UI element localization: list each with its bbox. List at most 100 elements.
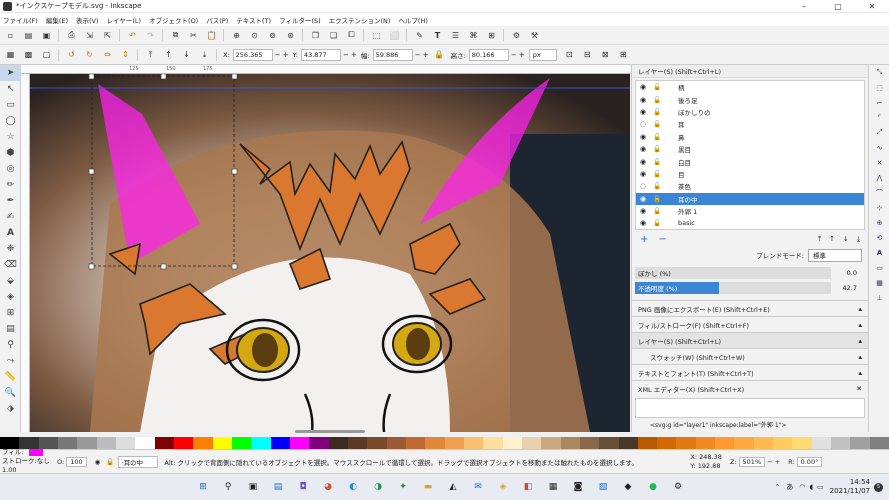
maximize-button[interactable]: ▢ <box>821 0 855 13</box>
menu-extensions[interactable]: エクステンション(N) <box>329 15 391 25</box>
lock-icon[interactable]: 🔓 <box>653 158 662 166</box>
close-button[interactable]: ✕ <box>855 0 889 13</box>
lock-icon[interactable]: 🔓 <box>653 170 662 178</box>
rotate-ccw-icon[interactable]: ↺ <box>65 48 78 61</box>
eraser-tool-icon[interactable]: ⌫ <box>0 257 21 273</box>
eye-icon[interactable]: ◉ <box>640 145 649 153</box>
chevron-up-icon[interactable]: ▴ <box>858 305 862 313</box>
y-stepper[interactable]: − + <box>343 51 357 59</box>
palette-swatch[interactable] <box>212 437 232 449</box>
zoom-width-icon[interactable]: ⊛ <box>284 29 297 42</box>
zoom-value[interactable]: 501% <box>738 456 766 467</box>
ime-indicator[interactable]: あ <box>786 482 793 492</box>
clock[interactable]: 14:54 2021/11/07 <box>830 478 870 496</box>
layer-row[interactable]: ◉ 🔓 後ろ足 <box>636 93 864 105</box>
layer-row[interactable]: ◉ 🔓 目 <box>636 168 864 180</box>
height-stepper[interactable]: − + <box>511 51 525 59</box>
battery-icon[interactable]: ▭ <box>817 483 824 491</box>
eye-icon[interactable]: ◉ <box>640 133 649 141</box>
palette-swatch[interactable] <box>831 437 851 449</box>
layer-row[interactable]: ◉ 🔓 basic <box>636 217 864 229</box>
chevron-up-icon[interactable]: ▴ <box>858 353 862 361</box>
duplicate-icon[interactable]: ❐ <box>309 29 322 42</box>
task-view-icon[interactable]: ▣ <box>245 479 261 495</box>
rotation-value[interactable]: 0.00° <box>796 456 823 467</box>
menu-layer[interactable]: レイヤー(L) <box>107 15 142 25</box>
inkscape-taskbar-icon[interactable]: ◭ <box>445 479 461 495</box>
dock-fill-stroke[interactable]: フィル/ストローク(F) (Shift+Ctrl+F) ▴ <box>632 316 868 332</box>
add-layer-button[interactable]: + <box>640 234 648 245</box>
move-patterns-icon[interactable]: ⊞ <box>617 48 630 61</box>
pencil-tool-icon[interactable]: ✏ <box>0 177 21 193</box>
select-all-layers-icon[interactable]: ▩ <box>22 48 35 61</box>
palette-swatch[interactable] <box>773 437 793 449</box>
palette-swatch[interactable] <box>657 437 677 449</box>
snap-bbox-corner-icon[interactable]: ⌜ <box>869 110 889 125</box>
palette-swatch[interactable] <box>251 437 271 449</box>
palette-swatch[interactable] <box>173 437 194 449</box>
eye-icon[interactable]: ◉ <box>640 96 649 104</box>
zoom-stepper[interactable]: − + <box>767 458 780 466</box>
deselect-icon[interactable]: ▢ <box>40 48 53 61</box>
eye-icon[interactable]: ◉ <box>640 195 649 203</box>
rectangle-tool-icon[interactable]: ▭ <box>0 97 21 113</box>
palette-swatch[interactable] <box>367 437 387 449</box>
lock-icon[interactable]: 🔓 <box>653 207 662 215</box>
lock-icon[interactable]: 🔓 <box>106 458 114 466</box>
snap-midpoint-icon[interactable]: ⊹ <box>869 200 889 215</box>
layer-row[interactable]: ◉ 🔓 外郭 1 <box>636 205 864 217</box>
palette-swatch[interactable] <box>753 437 774 449</box>
clone-icon[interactable]: ❏ <box>327 29 340 42</box>
mesh-tool-icon[interactable]: ⊞ <box>0 305 21 321</box>
palette-swatch[interactable] <box>715 437 735 449</box>
lock-icon[interactable]: 🔓 <box>653 133 662 141</box>
move-up-icon[interactable]: ↑ <box>829 235 835 243</box>
palette-swatch[interactable] <box>792 437 812 449</box>
horizontal-scrollbar[interactable] <box>295 430 365 433</box>
export-icon[interactable]: ⇱ <box>101 29 114 42</box>
wifi-icon[interactable]: ◠ <box>799 483 805 491</box>
palette-swatch[interactable] <box>96 437 116 449</box>
zoom-drawing-icon[interactable]: ⊙ <box>248 29 261 42</box>
chat-icon[interactable]: ◘ <box>295 479 311 495</box>
search-icon[interactable]: ⚲ <box>220 479 236 495</box>
tweak-tool-icon[interactable]: ◈ <box>0 289 21 305</box>
palette-swatch[interactable] <box>115 437 136 449</box>
snap-path-icon[interactable]: ∿ <box>869 140 889 155</box>
spiral-tool-icon[interactable]: ◎ <box>0 161 21 177</box>
browser-icon[interactable]: ◑ <box>370 479 386 495</box>
menu-edit[interactable]: 編集(E) <box>46 15 68 25</box>
width-stepper[interactable]: − + <box>415 51 429 59</box>
remove-layer-button[interactable]: − <box>658 234 666 245</box>
dock-text-font[interactable]: テキストとフォント(T) (Shift+Ctrl+T) ▴ <box>632 364 868 380</box>
raise-to-top-icon[interactable]: ⤒ <box>144 48 157 61</box>
raise-icon[interactable]: ↑ <box>162 48 175 61</box>
zoom-selection-icon[interactable]: ⊕ <box>230 29 243 42</box>
layer-row[interactable]: ◉ 🔓 黒目 <box>636 143 864 155</box>
layer-row[interactable]: ◉ 🔓 柄 <box>636 81 864 93</box>
eye-icon[interactable]: ◉ <box>640 108 649 116</box>
palette-swatch[interactable] <box>637 437 658 449</box>
opacity-value[interactable]: 42.7 <box>835 284 857 292</box>
preferences-icon[interactable]: ⚙ <box>510 29 523 42</box>
snap-bbox-edge-icon[interactable]: ⌐ <box>869 95 889 110</box>
snap-cusp-icon[interactable]: ⋀ <box>869 170 889 185</box>
lock-icon[interactable]: 🔓 <box>653 83 662 91</box>
minimize-button[interactable]: – <box>787 0 821 13</box>
palette-swatch[interactable] <box>618 437 638 449</box>
snap-smooth-icon[interactable]: ⌒ <box>869 185 889 200</box>
menu-help[interactable]: ヘルプ(H) <box>398 15 427 25</box>
eye-icon[interactable]: ◉ <box>640 207 649 215</box>
dock-xml-editor[interactable]: XML エディター(X) (Shift+Ctrl+X) ✕ <box>632 380 868 396</box>
text-font-icon[interactable]: T <box>431 29 444 42</box>
copy-icon[interactable]: ⧉ <box>169 29 182 42</box>
close-icon[interactable]: ✕ <box>856 385 862 393</box>
palette-swatch[interactable] <box>193 437 213 449</box>
move-top-icon[interactable]: ⤒ <box>818 235 821 244</box>
lock-icon[interactable]: 🔓 <box>653 96 662 104</box>
layer-row[interactable]: ◌ 🔓 茶色 <box>636 180 864 192</box>
scale-radii-icon[interactable]: ⊟ <box>581 48 594 61</box>
palette-swatch[interactable] <box>502 437 522 449</box>
notifications-icon[interactable]: 5 <box>874 482 883 492</box>
new-document-icon[interactable]: ▫ <box>4 29 17 42</box>
